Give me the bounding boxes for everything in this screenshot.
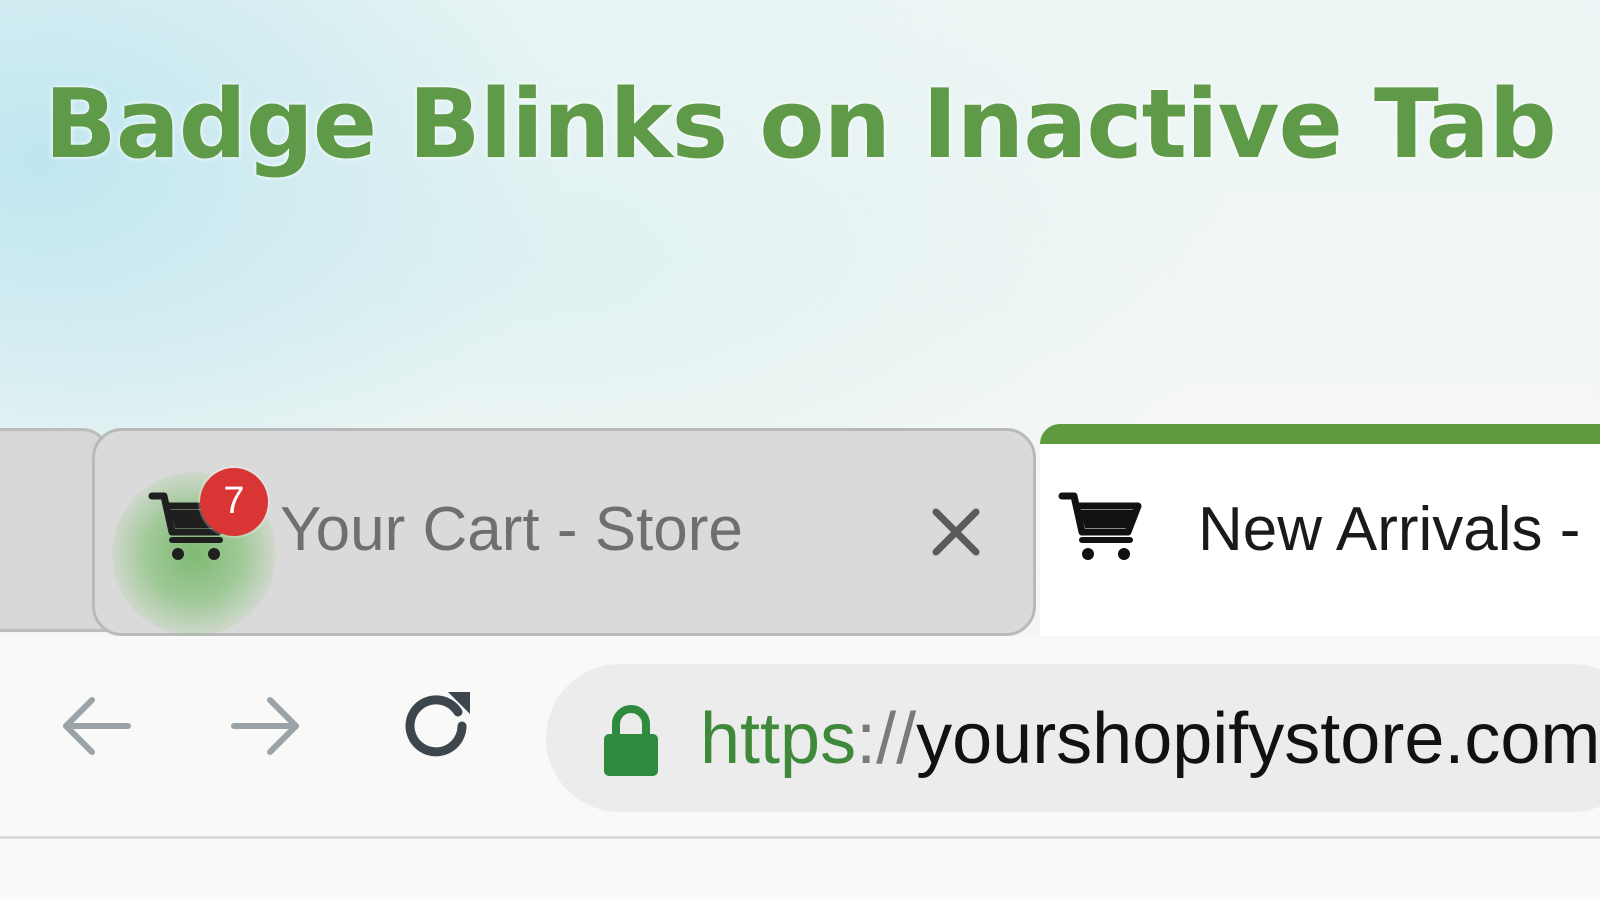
shopping-cart-icon <box>1058 488 1144 564</box>
tab-notification-badge: 7 <box>200 468 268 536</box>
tab-title-your-cart: Your Cart - Store <box>280 495 743 564</box>
close-icon[interactable] <box>930 506 982 558</box>
tab-new-arrivals[interactable]: New Arrivals - <box>1040 424 1600 636</box>
page-content-area <box>0 839 1600 900</box>
tab-strip: 7 Your Cart - Store New Arrivals - <box>0 424 1600 636</box>
arrow-right-icon[interactable] <box>226 686 306 766</box>
arrow-left-icon[interactable] <box>56 686 136 766</box>
url-text: https://yourshopifystore.com <box>700 698 1600 780</box>
url-host: yourshopifystore.com <box>916 699 1600 779</box>
url-separator: :// <box>856 699 917 779</box>
active-tab-indicator <box>1040 424 1600 444</box>
browser-toolbar: https://yourshopifystore.com <box>0 636 1600 839</box>
headline: Badge Blinks on Inactive Tab <box>44 70 1556 180</box>
tab-title-new-arrivals: New Arrivals - <box>1198 495 1581 564</box>
reload-icon[interactable] <box>396 682 476 762</box>
url-scheme: https <box>700 699 857 779</box>
address-bar[interactable]: https://yourshopifystore.com <box>546 664 1600 812</box>
lock-icon <box>598 702 664 778</box>
